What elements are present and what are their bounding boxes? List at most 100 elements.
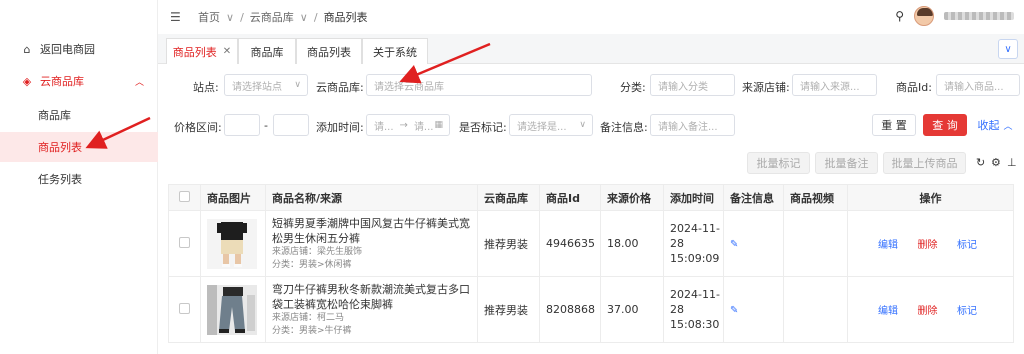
tab-product-list[interactable]: 商品列表	[296, 38, 362, 64]
table-row: 弯刀牛仔裤男秋冬新款潮流美式复古多口袋工装裤宽松哈伦束脚裤 来源店铺：柯二马 分…	[168, 276, 1014, 343]
actions-cell: 编辑 删除 标记	[847, 210, 1014, 277]
product-note-cell: ✎	[723, 210, 784, 277]
flag-label: 是否标记:	[459, 121, 507, 134]
username-redacted[interactable]	[944, 12, 1014, 20]
user-area: ⚲	[895, 6, 1014, 26]
sidebar-item-label: 云商品库	[40, 75, 84, 88]
category-input[interactable]: 请输入分类	[650, 74, 735, 96]
header-title: 商品名称/来源	[265, 184, 478, 211]
select-all-checkbox[interactable]	[179, 190, 190, 202]
price-range-label: 价格区间:	[174, 121, 222, 134]
product-title[interactable]: 短裤男夏季潮牌中国风复古牛仔裤美式宽松男生休闲五分裤	[272, 216, 477, 246]
product-price: 37.00	[600, 276, 664, 343]
product-id: 4946635	[539, 210, 601, 277]
flag-button[interactable]: 标记	[957, 306, 977, 317]
product-time: 2024-11-28 15:09:09	[663, 210, 724, 277]
price-separator: -	[264, 119, 268, 132]
refresh-icon[interactable]: ↻	[976, 156, 985, 169]
collapse-label: 收起	[977, 119, 1000, 132]
product-library: 推荐男装	[477, 276, 540, 343]
header-image: 商品图片	[200, 184, 266, 211]
reset-button[interactable]: 重 置	[872, 114, 916, 136]
close-icon[interactable]: ✕	[223, 46, 231, 57]
header-price: 来源价格	[600, 184, 664, 211]
product-table: 商品图片 商品名称/来源 云商品库 商品Id 来源价格 添加时间 备注信息 商品…	[168, 184, 1014, 343]
header-library: 云商品库	[477, 184, 540, 211]
cloud-library-placeholder: 请选择云商品库	[374, 81, 444, 93]
edit-note-icon[interactable]: ✎	[730, 305, 738, 316]
actions-cell: 编辑 删除 标记	[847, 276, 1014, 343]
price-min-input[interactable]	[224, 114, 260, 136]
product-video-cell	[783, 210, 848, 277]
header-checkbox-cell	[168, 184, 201, 211]
collapse-button[interactable]: 收起 ︿	[974, 114, 1016, 136]
product-time: 2024-11-28 15:08:30	[663, 276, 724, 343]
product-category: 分类：男装>休闲裤	[272, 259, 352, 270]
cube-icon: ◈	[22, 74, 32, 88]
tab-bar: 商品列表 ✕ 商品库 商品列表 关于系统 ∨	[158, 34, 1024, 64]
cloud-library-label: 云商品库:	[316, 81, 364, 94]
sidebar: ⌂ 返回电商园 ◈ 云商品库 ︿ 商品库 商品列表 任务列表	[0, 0, 158, 354]
header-id: 商品Id	[539, 184, 601, 211]
sidebar-item-back-home[interactable]: ⌂ 返回电商园	[0, 34, 158, 64]
tab-label: 商品库	[250, 45, 284, 59]
edit-button[interactable]: 编辑	[878, 240, 898, 251]
chevron-down-icon: ∨	[1004, 43, 1012, 55]
product-category: 分类：男装>牛仔裤	[272, 325, 352, 336]
cloud-library-select[interactable]: 请选择云商品库	[366, 74, 592, 96]
product-image[interactable]	[207, 284, 257, 335]
row-checkbox[interactable]	[179, 302, 190, 314]
product-image[interactable]	[207, 218, 257, 269]
header-video: 商品视频	[783, 184, 848, 211]
sidebar-item-product-list[interactable]: 商品列表	[0, 132, 158, 162]
flag-select[interactable]: 请选择是... ∨	[509, 114, 593, 136]
sidebar-item-label: 商品库	[38, 109, 71, 122]
add-time-range-picker[interactable]: 请... → 请... ▦	[366, 114, 450, 136]
source-shop-label: 来源店铺:	[742, 81, 790, 94]
delete-button[interactable]: 删除	[918, 306, 938, 317]
row-checkbox-cell	[168, 276, 201, 343]
chevron-up-icon: ︿	[134, 77, 144, 88]
flag-button[interactable]: 标记	[957, 240, 977, 251]
sidebar-item-product-library[interactable]: 商品库	[0, 100, 158, 130]
delete-button[interactable]: 删除	[918, 240, 938, 251]
product-note-cell: ✎	[723, 276, 784, 343]
sidebar-item-task-list[interactable]: 任务列表	[0, 164, 158, 194]
tab-product-list-active[interactable]: 商品列表 ✕	[166, 38, 238, 64]
top-bar: ☰ 首页 ∨ / 云商品库 ∨ / 商品列表 ⚲	[158, 0, 1024, 34]
row-checkbox[interactable]	[179, 236, 190, 248]
category-label: 分类:	[620, 81, 646, 94]
product-title[interactable]: 弯刀牛仔裤男秋冬新款潮流美式复古多口袋工装裤宽松哈伦束脚裤	[272, 282, 477, 312]
sidebar-item-cloud-library[interactable]: ◈ 云商品库 ︿	[0, 66, 158, 96]
avatar[interactable]	[914, 6, 934, 26]
breadcrumb-cloud-library[interactable]: 云商品库	[250, 9, 294, 25]
batch-flag-button[interactable]: 批量标记	[747, 152, 810, 174]
source-shop-placeholder: 请输入来源...	[800, 81, 860, 93]
batch-upload-button[interactable]: 批量上传商品	[883, 152, 966, 174]
header-note: 备注信息	[723, 184, 784, 211]
query-button[interactable]: 查 询	[923, 114, 967, 136]
tab-about-system[interactable]: 关于系统	[362, 38, 428, 64]
product-id-label: 商品Id:	[896, 81, 932, 94]
menu-fold-icon[interactable]: ☰	[170, 10, 184, 24]
product-id-input[interactable]: 请输入商品...	[936, 74, 1020, 96]
search-icon[interactable]: ⚲	[895, 9, 904, 23]
note-input[interactable]: 请输入备注...	[650, 114, 735, 136]
batch-note-button[interactable]: 批量备注	[815, 152, 878, 174]
site-label: 站点:	[193, 81, 219, 94]
column-height-icon[interactable]: ⊥	[1007, 156, 1017, 169]
site-select[interactable]: 请选择站点 ∨	[224, 74, 308, 96]
tab-product-library[interactable]: 商品库	[238, 38, 296, 64]
gear-icon[interactable]: ⚙	[991, 156, 1001, 169]
edit-note-icon[interactable]: ✎	[730, 239, 738, 250]
sidebar-item-label: 商品列表	[38, 141, 82, 154]
chevron-down-icon: ∨	[226, 10, 235, 24]
chevron-down-icon: ∨	[579, 120, 586, 130]
price-max-input[interactable]	[273, 114, 309, 136]
edit-button[interactable]: 编辑	[878, 306, 898, 317]
tabs-dropdown-button[interactable]: ∨	[998, 39, 1018, 59]
product-price: 18.00	[600, 210, 664, 277]
source-shop-input[interactable]: 请输入来源...	[792, 74, 877, 96]
time-end-placeholder: 请...	[413, 121, 434, 133]
breadcrumb-home[interactable]: 首页	[198, 9, 220, 25]
